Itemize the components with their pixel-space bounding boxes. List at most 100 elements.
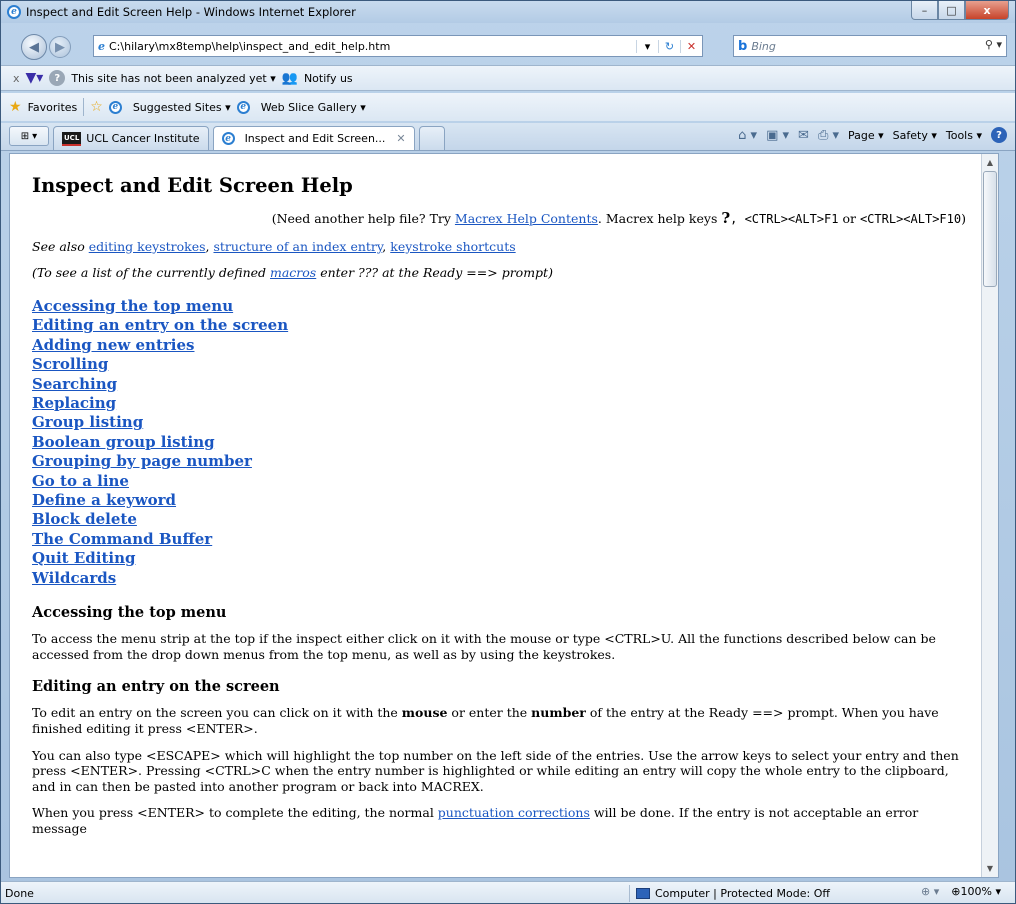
ucl-logo-icon: UCL [62,131,82,146]
toc-link[interactable]: Go to a line [32,472,970,491]
tab-ucl-cancer-institute[interactable]: UCL UCL Cancer Institute [53,126,209,150]
separator [83,98,85,116]
bing-logo-icon: b [738,38,748,54]
address-tail: ▾ ↻ ✕ [636,36,702,56]
help-icon[interactable]: ? [991,127,1007,143]
favorites-button[interactable]: Favorites [28,101,78,114]
command-bar: ⌂ ▾ ▣ ▾ ✉ ⎙ ▾ Page ▾ Safety ▾ Tools ▾ ? [738,127,1007,143]
toc-link[interactable]: Searching [32,375,970,394]
toc-link[interactable]: Adding new entries [32,336,970,355]
editing-keystrokes-link[interactable]: editing keystrokes [89,239,206,254]
tools-menu[interactable]: Tools ▾ [946,129,982,142]
zoom-control[interactable]: ⊕100% ▾ [951,885,1001,898]
section-heading-editing: Editing an entry on the screen [32,678,280,696]
search-icon[interactable]: ⚲ ▾ [985,38,1002,51]
site-status-text[interactable]: This site has not been analyzed yet ▾ [71,72,275,85]
bold-mouse: mouse [401,705,448,721]
addon-toolbar: x ▼▾ ? This site has not been analyzed y… [1,65,1015,91]
punctuation-corrections-link[interactable]: punctuation corrections [438,805,590,820]
address-url[interactable]: C:\hilary\mx8temp\help\inspect_and_edit_… [109,40,390,53]
forward-button[interactable]: ▶ [49,36,71,58]
help-text-end: ) [961,211,966,226]
macrex-help-contents-link[interactable]: Macrex Help Contents [455,211,598,226]
stop-icon[interactable]: ✕ [680,39,702,53]
wot-logo-icon[interactable]: ▼▾ [26,70,44,86]
safety-menu[interactable]: Safety ▾ [893,129,937,142]
suggested-sites-link[interactable]: Suggested Sites ▾ [133,101,231,114]
tab-label: Inspect and Edit Screen... [244,132,386,145]
text-span: When you press <ENTER> to complete the e… [32,805,438,821]
toc-link[interactable]: Boolean group listing [32,433,970,452]
toc-link[interactable]: Replacing [32,394,970,413]
print-icon[interactable]: ⎙ ▾ [818,128,839,143]
tab-label: UCL Cancer Institute [86,132,200,145]
status-text: Done [5,886,34,900]
entry-structure-link[interactable]: structure of an index entry [213,239,382,254]
mail-icon[interactable]: ✉ [798,128,809,143]
tab-page-icon: e [221,132,235,145]
browser-window: e Inspect and Edit Screen Help - Windows… [0,0,1016,904]
vertical-scrollbar[interactable]: ▲ ▼ [981,154,998,877]
zone-text: Computer | Protected Mode: Off [655,887,830,900]
refresh-icon[interactable]: ↻ [658,39,680,53]
toc-link[interactable]: Scrolling [32,355,970,374]
page-content: Inspect and Edit Screen Help (Need anoth… [9,153,999,878]
toc-link[interactable]: Editing an entry on the screen [32,316,970,335]
web-slice-gallery-link[interactable]: Web Slice Gallery ▾ [261,101,366,114]
address-dropdown-icon[interactable]: ▾ [636,39,658,53]
toc-link[interactable]: Grouping by page number [32,452,970,471]
help-text-or: or [838,211,860,226]
computer-icon [636,888,650,899]
see-also-line: See also editing keystrokes, structure o… [32,238,516,254]
favorites-star-icon[interactable]: ★ [9,99,22,115]
toc-link[interactable]: Group listing [32,413,970,432]
question-icon: ? [49,70,66,86]
status-bar: Done Computer | Protected Mode: Off ⊕ ▾ … [1,881,1015,903]
scroll-up-icon[interactable]: ▲ [982,154,998,171]
toolbar-close-button[interactable]: x [13,72,20,85]
notify-button[interactable]: Notify us [304,72,353,85]
close-button[interactable]: x [965,1,1009,20]
add-favorite-icon[interactable]: ☆ [90,99,103,115]
macros-text-post: enter ??? at the Ready ==> prompt) [316,265,553,281]
search-placeholder: Bing [751,39,776,53]
keystroke-shortcuts-link[interactable]: keystroke shortcuts [390,239,515,254]
security-zone[interactable]: Computer | Protected Mode: Off [629,885,830,902]
toc-link[interactable]: Accessing the top menu [32,297,970,316]
toc-link[interactable]: Block delete [32,510,970,529]
macros-link[interactable]: macros [270,265,316,280]
help-key-f10: <CTRL><ALT>F10 [859,212,962,226]
toc-link[interactable]: Quit Editing [32,549,970,568]
toc-link[interactable]: The Command Buffer [32,530,970,549]
address-bar[interactable]: e C:\hilary\mx8temp\help\inspect_and_edi… [93,35,703,57]
new-tab-button[interactable] [418,126,445,150]
minimize-button[interactable]: – [911,1,938,20]
home-icon[interactable]: ⌂ ▾ [738,128,757,143]
back-button[interactable]: ◀ [21,34,47,60]
quick-tabs-button[interactable]: ⊞ ▾ [9,126,49,146]
address-row: ◀ ▶ e C:\hilary\mx8temp\help\inspect_and… [1,31,1015,63]
ie-logo-icon: e [7,5,21,19]
window-controls: – □ x [911,1,1009,20]
toc-link[interactable]: Define a keyword [32,491,970,510]
page-icon: e [98,39,105,53]
toc-link[interactable]: Wildcards [32,569,970,588]
tab-close-icon[interactable]: ✕ [396,132,405,145]
see-also-label: See also [32,238,85,254]
table-of-contents: Accessing the top menu Editing an entry … [32,297,970,588]
help-text-mid: . Macrex help keys [597,211,722,226]
help-key-question: ? [721,209,731,227]
maximize-button[interactable]: □ [938,1,965,20]
scroll-thumb[interactable] [983,171,997,287]
feeds-icon[interactable]: ▣ ▾ [766,128,789,143]
section-text-editing-3: When you press <ENTER> to complete the e… [32,805,970,836]
tab-inspect-and-edit[interactable]: e Inspect and Edit Screen... ✕ [212,126,415,150]
protected-mode-icon[interactable]: ⊕ ▾ [921,885,939,898]
section-heading-top-menu: Accessing the top menu [32,604,227,622]
search-input[interactable]: b Bing ⚲ ▾ [733,35,1007,57]
page-title: Inspect and Edit Screen Help [32,174,353,197]
page-menu[interactable]: Page ▾ [848,129,884,142]
title-bar: e Inspect and Edit Screen Help - Windows… [1,1,1015,23]
scroll-down-icon[interactable]: ▼ [982,860,998,877]
help-file-line: (Need another help file? Try Macrex Help… [32,209,970,228]
